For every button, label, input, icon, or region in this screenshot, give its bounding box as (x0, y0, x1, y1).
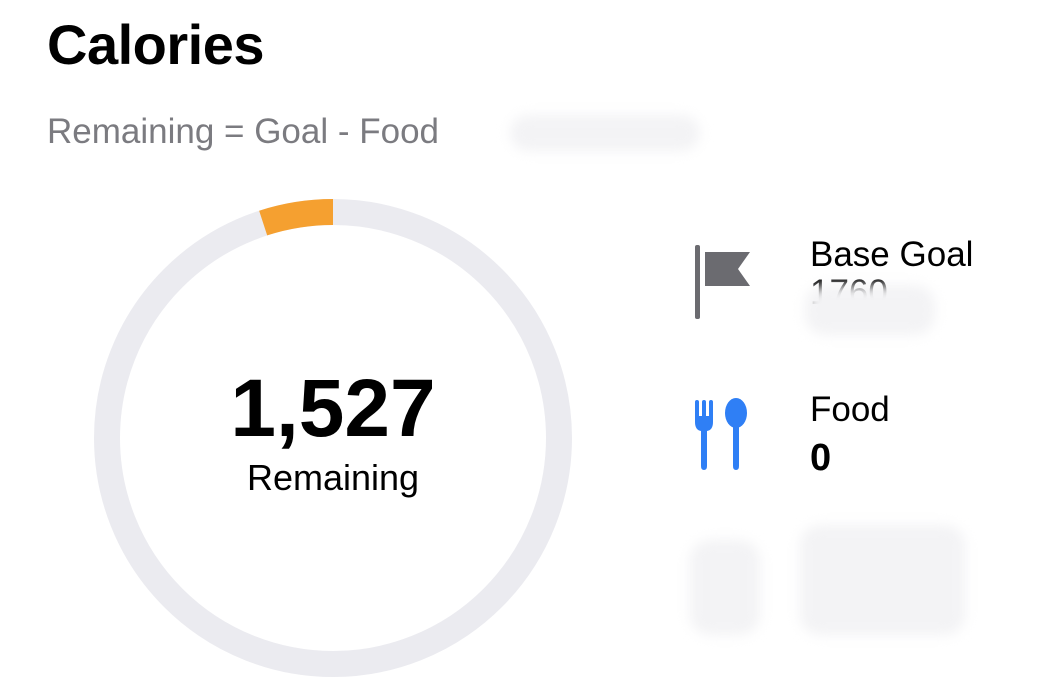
remaining-label: Remaining (246, 457, 420, 498)
calories-title: Calories (47, 13, 265, 76)
fork-spoon-icon (690, 392, 760, 472)
remaining-value: 1,527 (230, 363, 436, 454)
redacted-area (800, 525, 965, 635)
stat-label: Food (810, 390, 890, 429)
stat-value: 0 (810, 437, 832, 479)
calories-formula: Remaining = Goal - Food (47, 112, 440, 151)
calories-ring: 1,527 Remaining (90, 195, 576, 681)
redacted-area (805, 285, 935, 335)
flag-icon (690, 237, 760, 319)
redacted-area (690, 540, 760, 635)
stat-food: Food 0 (690, 392, 890, 478)
stat-label: Base Goal (810, 235, 974, 274)
redacted-area (510, 115, 700, 151)
